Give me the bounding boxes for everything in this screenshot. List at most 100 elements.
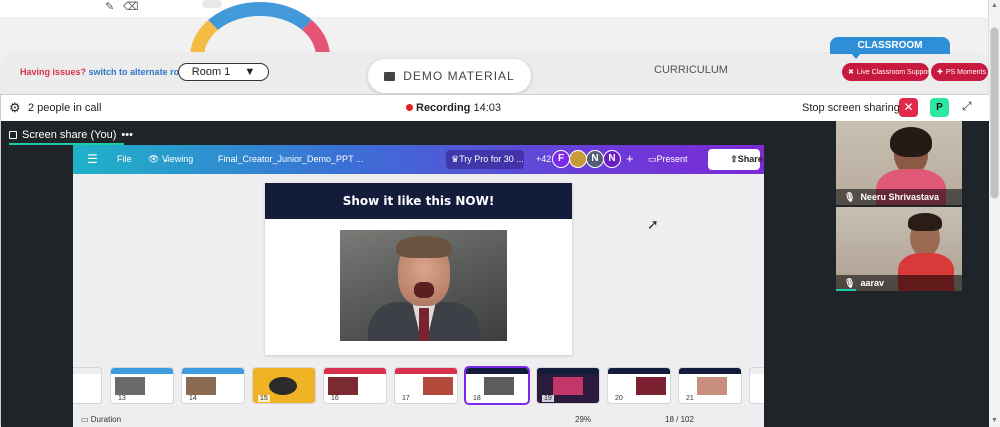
- slide-thumbnail[interactable]: 13: [111, 368, 173, 403]
- slide-thumbnail[interactable]: 17: [395, 368, 457, 403]
- top-toolbar-strip: ✎ ⌫: [0, 0, 988, 17]
- user-avatar-button[interactable]: P: [930, 98, 949, 117]
- screen-share-tab[interactable]: Screen share (You) •••: [9, 125, 133, 145]
- zoom-level[interactable]: 29%: [575, 415, 591, 424]
- stop-sharing-button[interactable]: ✕: [899, 98, 918, 117]
- pencil-icon[interactable]: ✎: [105, 0, 114, 13]
- thumbnail-number: 21: [684, 395, 696, 402]
- add-collaborator-icon[interactable]: +: [626, 151, 634, 166]
- issues-notice: Having issues? switch to alternate room: [20, 67, 193, 77]
- people-count: 2 people in call: [28, 102, 102, 114]
- thumbnail-number: 14: [187, 395, 199, 402]
- classroom-tab[interactable]: CLASSROOM: [830, 37, 950, 54]
- thumbnail-number: 17: [400, 395, 412, 402]
- thumbnail-number: 16: [329, 395, 341, 402]
- viewing-dropdown[interactable]: 👁 Viewing ⌄: [148, 154, 193, 165]
- current-slide: Show it like this NOW!: [265, 183, 572, 355]
- try-pro-label: Try Pro for 30 ...: [459, 154, 524, 164]
- thumbnail-number: 19: [542, 395, 554, 402]
- canva-toolbar: ☰ File 👁 Viewing ⌄ Final_Creator_Junior_…: [73, 145, 764, 174]
- ps-moments-label: PS Moments: [945, 68, 986, 76]
- close-circle-icon: ✖: [848, 69, 854, 76]
- live-support-label: Live Classroom Support: [856, 68, 932, 76]
- page-indicator[interactable]: 18 / 102: [665, 415, 694, 424]
- more-options-icon[interactable]: •••: [121, 129, 133, 141]
- call-toolbar: ⚙ 2 people in call Recording 14:03 Stop …: [1, 95, 989, 121]
- slide-thumbnail[interactable]: 16: [324, 368, 386, 403]
- alternate-room-link[interactable]: switch to alternate room: [89, 67, 193, 77]
- live-support-button[interactable]: ✖ Live Classroom Support: [842, 63, 932, 81]
- slide-thumbnail[interactable]: 19: [537, 368, 599, 403]
- extra-collaborators-count[interactable]: +42: [536, 154, 551, 164]
- slide-thumbnail[interactable]: 14: [182, 368, 244, 403]
- stop-sharing-label: Stop screen sharing: [802, 102, 900, 114]
- duration-label: Duration: [90, 415, 122, 424]
- recording-status: Recording 14:03: [406, 102, 501, 114]
- collaborator-avatar-photo[interactable]: [569, 150, 587, 168]
- screen-share-icon: [9, 131, 17, 139]
- classroom-tab-pointer: [850, 52, 862, 59]
- try-pro-button[interactable]: ♛ Try Pro for 30 ...: [446, 150, 524, 169]
- ps-moments-button[interactable]: ✚ PS Moments: [931, 63, 988, 81]
- folder-icon: [384, 71, 396, 81]
- participant-name: aarav: [860, 278, 884, 288]
- page-scrollbar[interactable]: ▲ ▼: [988, 0, 1000, 426]
- slide-thumbnail-partial[interactable]: [750, 368, 764, 403]
- present-label: Present: [656, 154, 688, 164]
- thumbnail-number: 18: [471, 395, 483, 402]
- thumbnail-number: 15: [258, 395, 270, 402]
- slide-thumbnail[interactable]: 20: [608, 368, 670, 403]
- viewing-label: Viewing: [161, 154, 194, 164]
- demo-material-label: DEMO MATERIAL: [403, 69, 515, 83]
- recording-label: Recording: [416, 102, 471, 114]
- thumbnail-number: 13: [116, 395, 128, 402]
- duration-button[interactable]: ▭ Duration: [81, 415, 121, 424]
- speaking-indicator: [836, 289, 856, 291]
- shared-canva-window: ☰ File 👁 Viewing ⌄ Final_Creator_Junior_…: [73, 145, 764, 427]
- canva-footer: ▭ Duration 29% 18 / 102: [73, 413, 764, 427]
- share-button[interactable]: ⇧ Share: [708, 149, 763, 170]
- slide-thumbnail-partial[interactable]: [73, 368, 101, 403]
- participant-hair: [908, 213, 942, 231]
- slide-thumbnail-selected[interactable]: 18: [466, 368, 528, 403]
- thumbnail-number: 20: [613, 395, 625, 402]
- caret-down-icon: ▼: [244, 66, 256, 78]
- microphone-icon[interactable]: 🎙: [844, 278, 855, 288]
- scroll-up-icon[interactable]: ▲: [991, 2, 998, 9]
- microphone-icon[interactable]: 🎙: [844, 192, 855, 202]
- room-label: Room 1: [191, 66, 231, 78]
- plus-circle-icon: ✚: [937, 69, 943, 76]
- slide-title: Show it like this NOW!: [265, 183, 572, 219]
- slide-thumbnail[interactable]: 15: [253, 368, 315, 403]
- participant-name-bar: 🎙 Neeru Shrivastava (You): [836, 189, 962, 205]
- file-name[interactable]: Final_Creator_Junior_Demo_PPT ...: [218, 154, 363, 164]
- present-button[interactable]: ▭ Present: [648, 154, 688, 165]
- room-select[interactable]: Room 1 ▼: [178, 63, 269, 81]
- collaborator-avatar[interactable]: N: [603, 150, 621, 168]
- gear-icon[interactable]: ⚙: [9, 100, 21, 116]
- recording-time: 14:03: [473, 102, 501, 114]
- image-mouth: [414, 282, 434, 298]
- participant-tile-you[interactable]: 🎙 Neeru Shrivastava (You): [836, 121, 962, 205]
- issues-prefix: Having issues?: [20, 67, 87, 77]
- participant-name: Neeru Shrivastava (You): [860, 192, 939, 202]
- recording-dot-icon: [406, 104, 413, 111]
- collaborator-avatar[interactable]: N: [586, 150, 604, 168]
- demo-material-button[interactable]: DEMO MATERIAL: [368, 59, 531, 93]
- slide-thumbnail[interactable]: 21: [679, 368, 741, 403]
- curriculum-tab[interactable]: CURRICULUM: [654, 64, 728, 76]
- image-tie: [419, 308, 429, 341]
- slide-image-man-shouting: [340, 230, 507, 341]
- hamburger-menu-icon[interactable]: ☰: [87, 152, 98, 166]
- eraser-icon[interactable]: ⌫: [123, 0, 139, 13]
- file-menu[interactable]: File: [117, 154, 132, 164]
- mouse-cursor-icon: ➚: [647, 216, 659, 232]
- scrollbar-thumb[interactable]: [991, 28, 998, 198]
- scroll-down-icon[interactable]: ▼: [991, 417, 998, 424]
- participant-hair: [890, 127, 932, 157]
- expand-icon[interactable]: ⤢: [962, 99, 972, 114]
- toggle-switch[interactable]: [202, 0, 222, 8]
- collaborator-avatar[interactable]: F: [552, 150, 570, 168]
- participant-tile[interactable]: 🎙 aarav: [836, 207, 962, 291]
- image-hair: [396, 236, 452, 258]
